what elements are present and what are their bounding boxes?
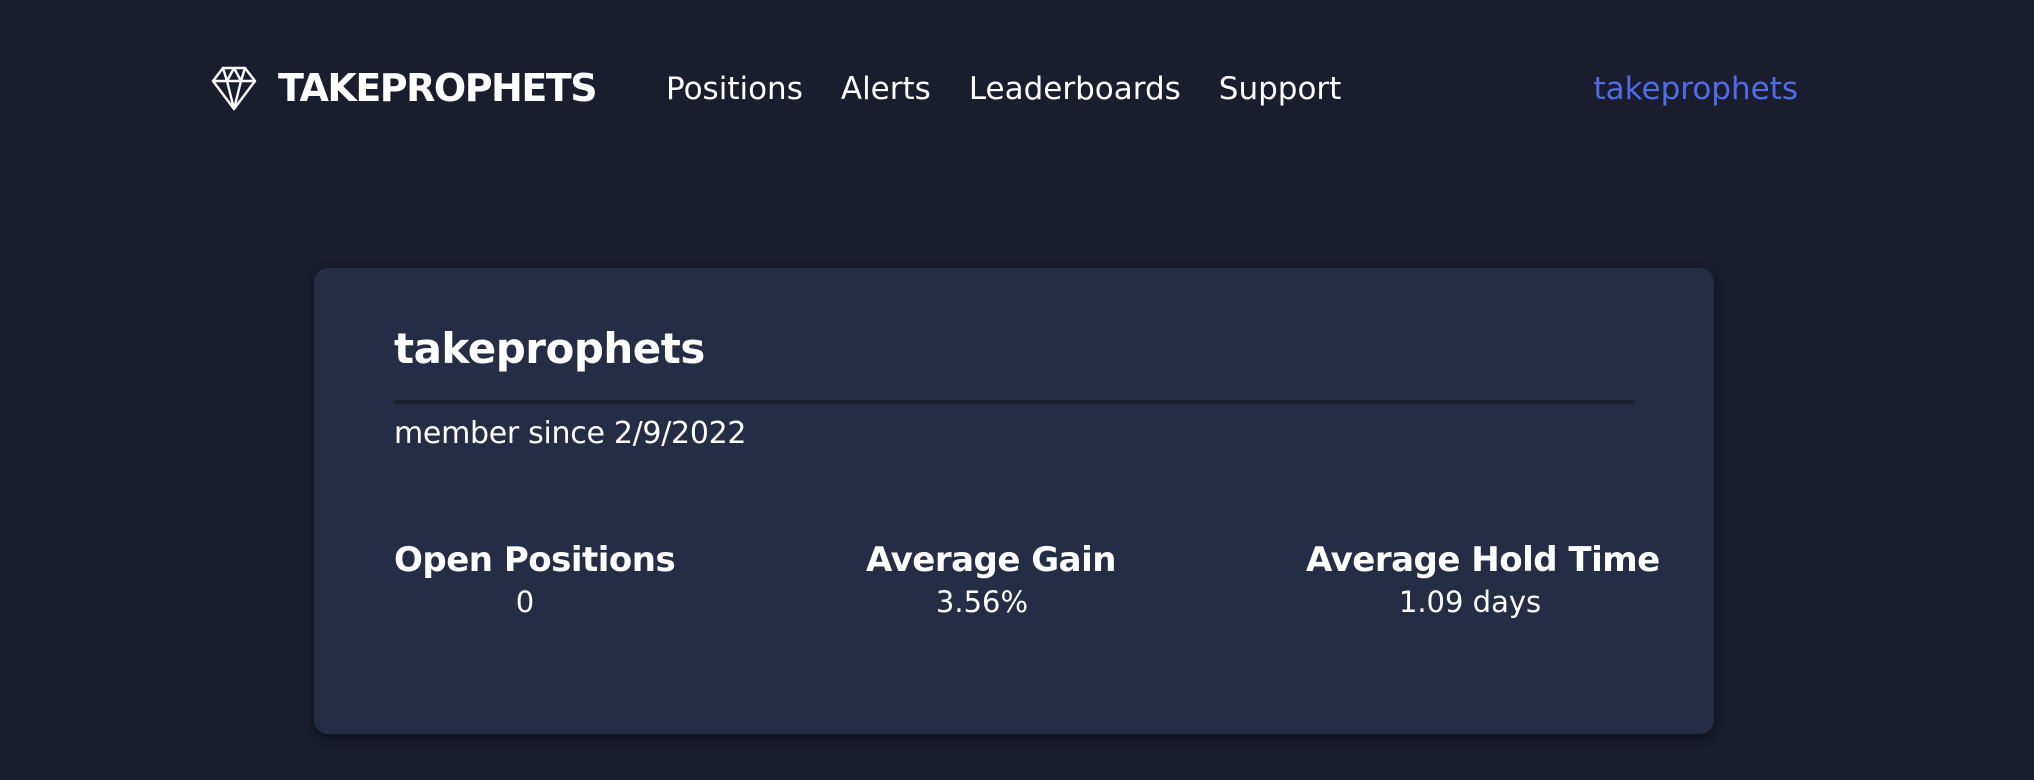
nav-positions[interactable]: Positions	[666, 71, 803, 107]
stat-open-positions: Open Positions 0	[394, 538, 676, 622]
member-since-text: member since 2/9/2022	[394, 416, 747, 451]
profile-username: takeprophets	[394, 324, 705, 373]
nav-alerts[interactable]: Alerts	[841, 71, 931, 107]
profile-card: takeprophets member since 2/9/2022 Open …	[314, 268, 1714, 734]
stat-label: Average Hold Time	[1306, 540, 1660, 580]
stat-value: 1.09 days	[1398, 585, 1542, 619]
stat-value: 3.56%	[935, 585, 1029, 619]
diamond-icon	[210, 64, 258, 112]
divider	[394, 400, 1634, 404]
stat-label: Average Gain	[866, 540, 1116, 580]
stat-average-hold-time: Average Hold Time 1.09 days	[1306, 538, 1660, 622]
nav-support[interactable]: Support	[1219, 71, 1342, 107]
stat-value: 0	[515, 585, 535, 619]
nav-leaderboards[interactable]: Leaderboards	[969, 71, 1181, 107]
stat-average-gain: Average Gain 3.56%	[866, 538, 1116, 622]
brand-logo-link[interactable]: TAKEPROPHETS	[210, 62, 598, 114]
main-nav: Positions Alerts Leaderboards Support	[666, 66, 1341, 112]
brand-name: TAKEPROPHETS	[278, 66, 598, 110]
user-account-link[interactable]: takeprophets	[1594, 66, 1798, 112]
stat-label: Open Positions	[394, 540, 676, 580]
navbar: TAKEPROPHETS Positions Alerts Leaderboar…	[0, 0, 2034, 180]
